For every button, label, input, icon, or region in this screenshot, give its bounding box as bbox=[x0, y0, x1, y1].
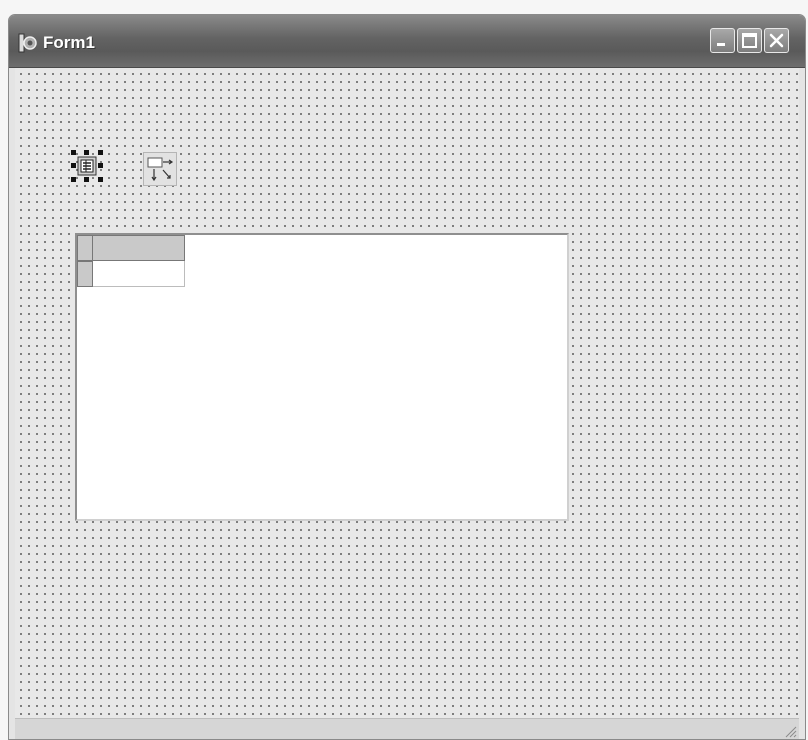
selection-handle[interactable] bbox=[98, 163, 103, 168]
selection-handle[interactable] bbox=[98, 150, 103, 155]
table-component[interactable] bbox=[143, 152, 177, 186]
form-design-surface[interactable] bbox=[15, 68, 799, 718]
table-component-icon bbox=[143, 152, 177, 186]
status-bar bbox=[15, 718, 799, 739]
grid-fixed-corner-cell bbox=[77, 235, 93, 261]
close-button[interactable] bbox=[764, 28, 789, 53]
datasource-component[interactable] bbox=[71, 150, 103, 182]
selection-handle[interactable] bbox=[98, 177, 103, 182]
maximize-button[interactable] bbox=[737, 28, 762, 53]
window-title: Form1 bbox=[43, 33, 95, 52]
selection-handle[interactable] bbox=[71, 163, 76, 168]
selection-handle[interactable] bbox=[71, 177, 76, 182]
grid-row-indicator[interactable] bbox=[77, 261, 93, 287]
size-grip-icon[interactable] bbox=[783, 724, 797, 738]
grid-data-cell[interactable] bbox=[93, 261, 185, 287]
minimize-button[interactable] bbox=[710, 28, 735, 53]
close-icon bbox=[769, 33, 784, 48]
title-bar[interactable]: Form1 bbox=[9, 15, 805, 68]
selection-handle[interactable] bbox=[84, 177, 89, 182]
form-window: Form1 bbox=[8, 14, 806, 740]
selection-handle[interactable] bbox=[71, 150, 76, 155]
grid-column-header[interactable] bbox=[93, 235, 185, 261]
delphi-form-icon[interactable] bbox=[17, 32, 39, 54]
data-grid[interactable] bbox=[75, 233, 569, 521]
maximize-icon bbox=[742, 33, 757, 48]
minimize-icon bbox=[717, 43, 725, 46]
selection-handle[interactable] bbox=[84, 150, 89, 155]
